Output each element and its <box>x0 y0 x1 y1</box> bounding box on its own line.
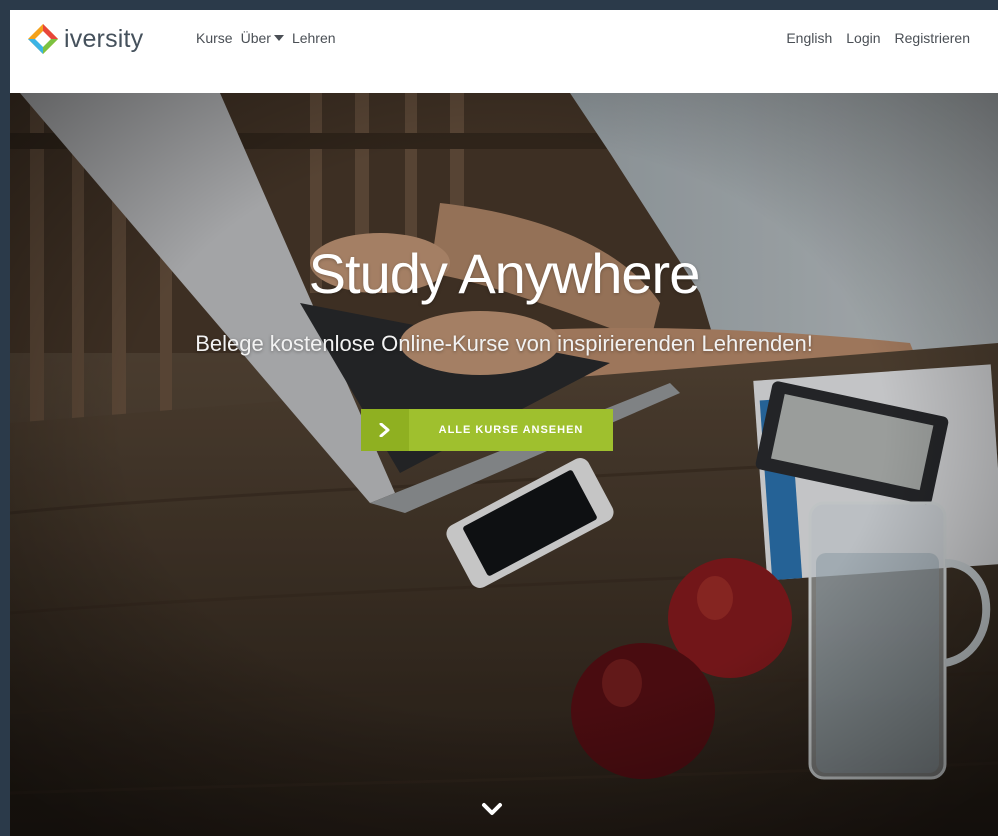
nav-item-lehren[interactable]: Lehren <box>292 30 336 46</box>
caret-down-icon <box>273 35 284 41</box>
hero-background-photo <box>10 93 998 836</box>
language-switch-link[interactable]: English <box>786 30 832 46</box>
register-link[interactable]: Registrieren <box>895 30 970 46</box>
browser-viewport: iversity Kurse Über Lehren English Login… <box>10 10 998 836</box>
nav-item-label: Über <box>240 30 271 46</box>
view-all-courses-button[interactable]: ALLE KURSE ANSEHEN <box>361 409 613 451</box>
nav-item-label: Registrieren <box>894 30 970 46</box>
hero-title: Study Anywhere <box>308 242 701 305</box>
nav-item-ueber-dropdown[interactable]: Über <box>241 30 284 46</box>
chevron-right-icon <box>361 409 409 451</box>
nav-item-label: Kurse <box>196 30 233 46</box>
nav-item-label: English <box>786 30 833 46</box>
nav-item-label: Lehren <box>291 30 336 46</box>
nav-item-label: Login <box>846 30 881 46</box>
chevron-down-icon[interactable] <box>480 797 504 821</box>
brand-name: iversity <box>64 24 144 53</box>
primary-nav: Kurse Über Lehren <box>196 30 336 46</box>
iversity-logo-icon <box>28 24 58 54</box>
login-link[interactable]: Login <box>846 30 880 46</box>
hero-subtitle: Belege kostenlose Online-Kurse von inspi… <box>195 331 813 356</box>
top-navbar: iversity Kurse Über Lehren English Login… <box>10 10 998 94</box>
brand-logo[interactable]: iversity <box>26 23 143 55</box>
account-nav: English Login Registrieren <box>786 30 970 46</box>
hero-section: Study Anywhere Belege kostenlose Online-… <box>10 93 998 836</box>
cta-label: ALLE KURSE ANSEHEN <box>438 424 584 436</box>
nav-item-kurse[interactable]: Kurse <box>196 30 233 46</box>
